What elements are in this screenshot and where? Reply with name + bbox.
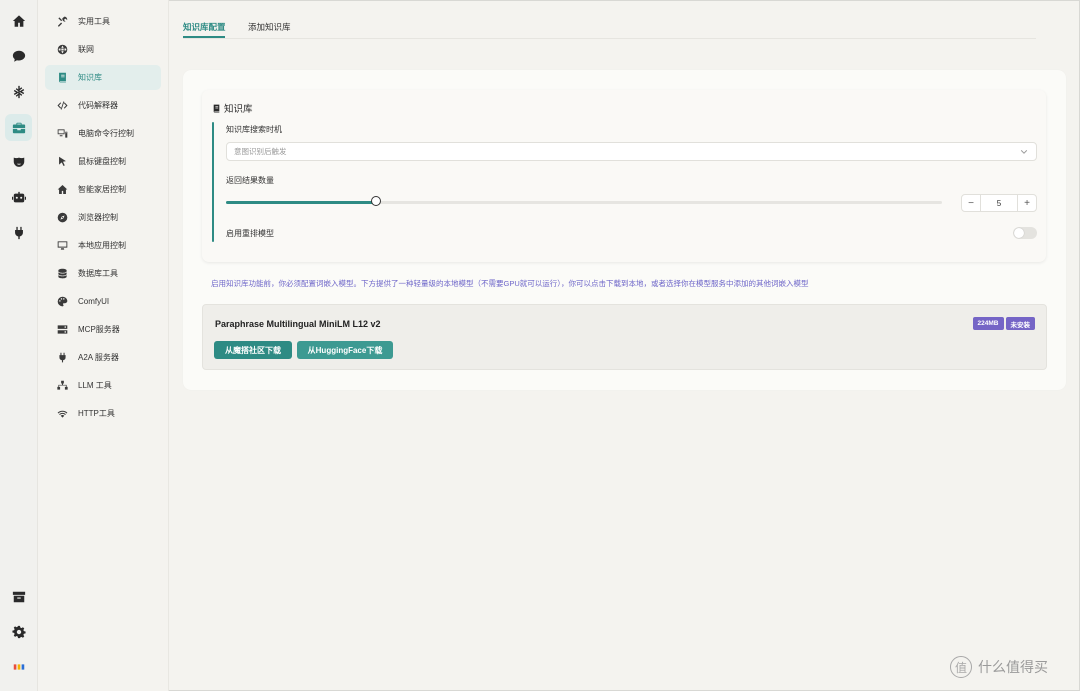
sidebar-item-label: MCP服务器 [78,325,120,334]
tools-sidebar: 实用工具 联网 知识库 代码解释器 电脑命令行控制 鼠标键盘控制 智能家居控制 … [38,0,169,691]
network-icon [56,380,68,392]
sidebar-item-smart-home[interactable]: 智能家居控制 [45,177,161,202]
toggle-knob [1014,228,1024,238]
sidebar-item-mouse-keyboard[interactable]: 鼠标键盘控制 [45,149,161,174]
watermark: 值 什么值得买 [950,656,1048,678]
sidebar-item-label: 智能家居控制 [78,185,126,194]
sidebar-item-knowledge-base[interactable]: 知识库 [45,65,161,90]
chevron-down-icon [1020,150,1028,154]
archive-icon[interactable] [5,583,32,610]
plug-icon [56,352,68,364]
tools-icon [56,16,68,28]
terminal-icon [56,128,68,140]
server-icon [56,324,68,336]
download-modelscope-button[interactable]: 从魔搭社区下载 [214,341,292,359]
robot-icon[interactable] [5,184,32,211]
database-icon [56,268,68,280]
toolbox-icon[interactable] [5,114,32,141]
sidebar-item-label: HTTP工具 [78,409,115,418]
sidebar-item-label: A2A 服务器 [78,353,119,362]
sidebar-item-a2a-server[interactable]: A2A 服务器 [45,345,161,370]
sidebar-item-label: 联网 [78,45,94,54]
panel-title: 知识库 [212,101,253,115]
size-badge: 224MB [972,317,1004,330]
mask-icon[interactable] [5,148,32,175]
chat-icon[interactable] [5,42,32,69]
search-timing-select[interactable]: 意图识别后触发 [226,142,1037,161]
result-count-label: 返回结果数量 [226,176,274,185]
wifi-icon [56,408,68,420]
result-count-stepper[interactable]: − 5 + [961,194,1037,212]
result-count-slider[interactable] [226,196,942,206]
sidebar-item-llm-tools[interactable]: LLM 工具 [45,373,161,398]
slider-fill [226,201,377,204]
increment-button[interactable]: + [1017,195,1036,211]
kb-settings-card: 知识库 知识库搜索时机 意图识别后触发 返回结果数量 − 5 + 启用重排模型 … [183,70,1066,390]
download-huggingface-button[interactable]: 从HuggingFace下载 [297,341,393,359]
sidebar-item-comfyui[interactable]: ComfyUI [45,289,161,314]
sidebar-item-terminal-control[interactable]: 电脑命令行控制 [45,121,161,146]
palette-icon [56,296,68,308]
sidebar-item-internet[interactable]: 联网 [45,37,161,62]
sidebar-item-label: 鼠标键盘控制 [78,157,126,166]
cursor-icon [56,156,68,168]
sidebar-item-database-tools[interactable]: 数据库工具 [45,261,161,286]
tab-add-kb[interactable]: 添加知识库 [248,21,291,33]
sidebar-item-utilities[interactable]: 实用工具 [45,9,161,34]
slider-thumb[interactable] [371,196,382,206]
accent-bar [212,122,214,242]
sidebar-item-label: 电脑命令行控制 [78,129,134,138]
globe-icon [56,44,68,56]
status-badge: 未安装 [1005,317,1035,330]
sidebar-item-label: 浏览器控制 [78,213,118,222]
model-name: Paraphrase Multilingual MiniLM L12 v2 [215,319,381,329]
tab-bar: 知识库配置 添加知识库 [183,16,1036,39]
sidebar-item-mcp-server[interactable]: MCP服务器 [45,317,161,342]
watermark-text: 什么值得买 [978,659,1048,675]
app-logo-icon [5,653,32,680]
house-icon [56,184,68,196]
home-icon[interactable] [5,7,32,34]
sidebar-item-label: 本地应用控制 [78,241,126,250]
sidebar-item-local-apps[interactable]: 本地应用控制 [45,233,161,258]
sidebar-item-label: LLM 工具 [78,381,112,390]
rerank-toggle[interactable] [1013,227,1037,239]
decrement-button[interactable]: − [962,195,981,211]
rerank-label: 启用重排模型 [226,229,274,238]
search-timing-label: 知识库搜索时机 [226,125,282,134]
watermark-logo: 值 [950,656,972,678]
compass-icon [56,212,68,224]
embedding-model-note: 启用知识库功能前，你必须配置词嵌入模型。下方提供了一种轻量级的本地模型（不需要G… [211,279,809,288]
sidebar-item-label: 数据库工具 [78,269,118,278]
sidebar-item-browser-control[interactable]: 浏览器控制 [45,205,161,230]
code-icon [56,100,68,112]
sidebar-item-code-interpreter[interactable]: 代码解释器 [45,93,161,118]
plug-icon[interactable] [5,219,32,246]
tab-kb-config[interactable]: 知识库配置 [183,21,226,33]
book-icon [56,72,68,84]
result-count-value[interactable]: 5 [981,195,1017,211]
sidebar-item-label: ComfyUI [78,297,110,306]
book-icon [213,104,220,112]
icon-rail [0,0,38,691]
snowflake-icon[interactable] [5,78,32,105]
panel-title-text: 知识库 [224,104,253,115]
model-badges: 224MB 未安装 [972,317,1035,330]
kb-settings-panel: 知识库 知识库搜索时机 意图识别后触发 返回结果数量 − 5 + 启用重排模型 [202,90,1046,262]
sidebar-item-http-tools[interactable]: HTTP工具 [45,401,161,426]
embedding-model-card: Paraphrase Multilingual MiniLM L12 v2 22… [202,304,1047,370]
gear-icon[interactable] [5,618,32,645]
search-timing-value: 意图识别后触发 [234,147,287,156]
sidebar-item-label: 代码解释器 [78,101,118,110]
sidebar-item-label: 实用工具 [78,17,110,26]
monitor-icon [56,240,68,252]
sidebar-item-label: 知识库 [78,73,102,82]
active-tab-indicator [183,36,225,38]
